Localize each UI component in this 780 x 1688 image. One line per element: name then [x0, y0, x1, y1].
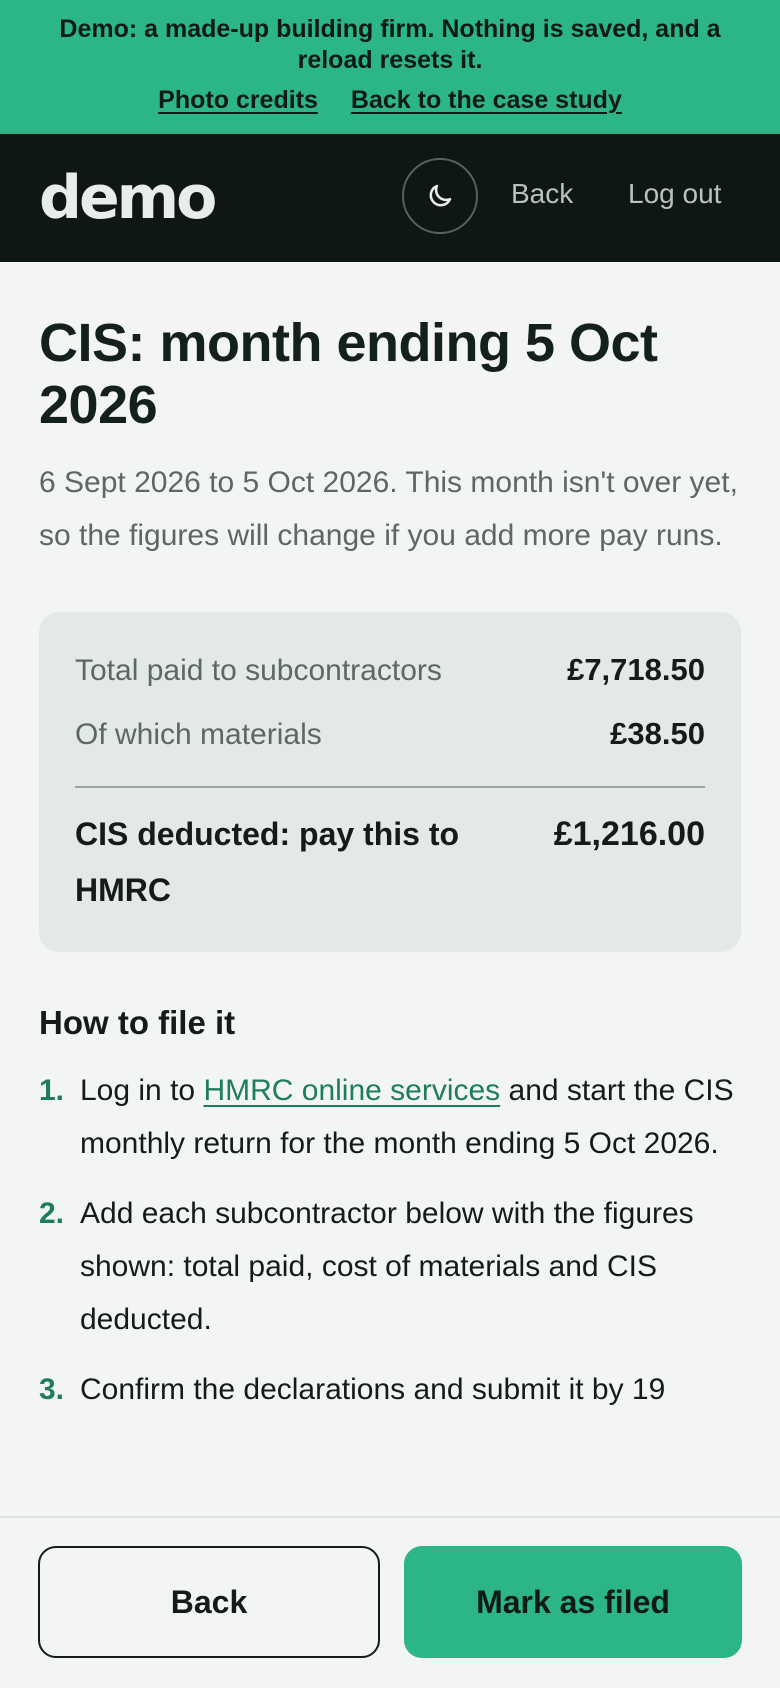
summary-divider [75, 786, 705, 788]
theme-toggle-button[interactable] [402, 158, 478, 234]
logo[interactable]: demo [39, 168, 217, 228]
step-text: Log in to HMRC online services and start… [80, 1064, 741, 1170]
list-item: 3. Confirm the declarations and submit i… [39, 1363, 741, 1416]
mark-as-filed-button[interactable]: Mark as filed [404, 1546, 742, 1658]
summary-row-cis-deducted: CIS deducted: pay this to HMRC £1,216.00 [75, 806, 705, 918]
summary-label: Total paid to subcontractors [75, 654, 442, 687]
case-study-link[interactable]: Back to the case study [351, 86, 622, 115]
back-button[interactable]: Back [38, 1546, 380, 1658]
nav-back-link[interactable]: Back [511, 178, 573, 210]
summary-row-materials: Of which materials £38.50 [75, 706, 705, 770]
photo-credits-link[interactable]: Photo credits [158, 86, 318, 115]
logout-link[interactable]: Log out [628, 178, 721, 210]
cis-deducted-value: £1,216.00 [553, 815, 705, 853]
step-number: 2. [39, 1197, 65, 1230]
filing-steps: 1. Log in to HMRC online services and st… [39, 1064, 741, 1416]
banner-links: Photo credits Back to the case study [30, 86, 750, 115]
banner-text: Demo: a made-up building firm. Nothing i… [59, 15, 721, 74]
hmrc-online-services-link[interactable]: HMRC online services [203, 1074, 500, 1107]
cis-deducted-label: CIS deducted: pay this to HMRC [75, 816, 460, 908]
step-number: 1. [39, 1074, 65, 1107]
page-subtitle: 6 Sept 2026 to 5 Oct 2026. This month is… [39, 466, 738, 552]
summary-value: £7,718.50 [567, 652, 705, 687]
top-navigation: demo Back Log out [0, 134, 780, 262]
summary-value: £38.50 [610, 716, 705, 751]
step-text: Confirm the declarations and submit it b… [80, 1373, 666, 1406]
list-item: 2. Add each subcontractor below with the… [39, 1187, 741, 1346]
step-number: 3. [39, 1373, 65, 1406]
step-text-part: Log in to [80, 1074, 204, 1107]
main-content: CIS: month ending 5 Oct 2026 6 Sept 2026… [0, 312, 780, 1416]
list-item: 1. Log in to HMRC online services and st… [39, 1064, 741, 1170]
moon-icon [429, 184, 452, 207]
action-bar: Back Mark as filed [0, 1516, 780, 1688]
step-text: Add each subcontractor below with the fi… [80, 1197, 694, 1336]
summary-label: Of which materials [75, 718, 322, 751]
page-title: CIS: month ending 5 Oct 2026 [39, 313, 658, 435]
demo-banner: Demo: a made-up building firm. Nothing i… [0, 0, 780, 134]
how-to-heading: How to file it [39, 1004, 236, 1041]
summary-card: Total paid to subcontractors £7,718.50 O… [39, 612, 741, 952]
summary-row-total-paid: Total paid to subcontractors £7,718.50 [75, 642, 705, 706]
